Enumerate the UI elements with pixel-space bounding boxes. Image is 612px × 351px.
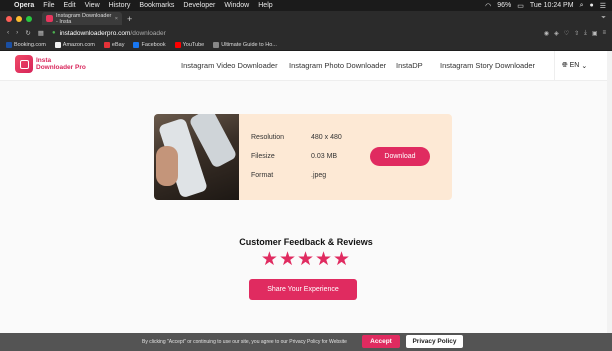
resolution-label: Resolution	[251, 134, 285, 141]
menu-history[interactable]: History	[109, 2, 131, 9]
menu-list-icon[interactable]: ☰	[600, 2, 606, 10]
resolution-value: 480 x 480	[311, 134, 342, 141]
menu-opera[interactable]: Opera	[14, 2, 34, 9]
macos-menubar: Opera File Edit View History Bookmarks D…	[0, 0, 612, 11]
menu-bookmarks[interactable]: Bookmarks	[139, 2, 174, 9]
accept-button[interactable]: Accept	[362, 335, 400, 348]
lock-icon[interactable]: ●	[52, 30, 56, 36]
tab-favicon-icon	[46, 15, 53, 22]
menu-view[interactable]: View	[85, 2, 100, 9]
bookmark-ebay[interactable]: eBay	[103, 42, 125, 48]
facebook-icon	[133, 42, 140, 48]
menu-developer[interactable]: Developer	[183, 2, 215, 9]
browser-tab[interactable]: Instagram Downloader - Insta ×	[42, 12, 122, 25]
bookmark-ultimate-guide[interactable]: Ultimate Guide to Ho...	[213, 42, 277, 48]
browser-tab-bar: Instagram Downloader - Insta × + ⏷	[0, 11, 612, 26]
maximize-window-button[interactable]	[26, 15, 32, 22]
reload-icon[interactable]: ↻	[25, 29, 30, 37]
tab-menu-icon[interactable]: ⏷	[601, 15, 606, 22]
menu-file[interactable]: File	[43, 2, 54, 9]
heart-icon[interactable]: ♡	[564, 30, 569, 37]
battery-percent: 96%	[497, 2, 512, 9]
cookie-banner: By clicking "Accept" or continuing to us…	[0, 333, 612, 351]
download-icon[interactable]: ⤓	[584, 30, 587, 37]
amazon-icon	[54, 42, 61, 48]
logo-line-1: Insta	[36, 56, 52, 64]
site-header: Insta Downloader Pro Instagram Video Dow…	[0, 51, 612, 81]
nav-instagram-photo-downloader[interactable]: Instagram Photo Downloader	[289, 61, 386, 70]
clock[interactable]: Tue 10:24 PM	[530, 2, 574, 9]
format-value: .jpeg	[311, 172, 327, 179]
download-button[interactable]: Download	[370, 147, 430, 166]
address-bar-row: ‹ › ↻ ▦ ● instadownloaderpro.com/downloa…	[0, 26, 612, 40]
format-label: Format	[251, 172, 274, 179]
close-tab-icon[interactable]: ×	[115, 16, 118, 22]
share-icon[interactable]: ⇧	[574, 30, 579, 37]
chevron-down-icon: ⌄	[581, 62, 588, 70]
bookmark-youtube[interactable]: YouTube	[174, 42, 205, 48]
bookmark-label: Facebook	[141, 42, 166, 48]
tab-grid-icon[interactable]: ▦	[38, 29, 44, 37]
feedback-title: Customer Feedback & Reviews	[239, 237, 373, 247]
bookmark-facebook[interactable]: Facebook	[133, 42, 166, 48]
menu-edit[interactable]: Edit	[64, 2, 76, 9]
wifi-icon[interactable]: ◠	[485, 2, 491, 10]
cookie-text: By clicking "Accept" or continuing to us…	[142, 339, 347, 345]
shield-icon[interactable]: ◈	[554, 30, 559, 37]
close-window-button[interactable]	[6, 15, 12, 22]
forward-icon[interactable]: ›	[16, 29, 18, 37]
bookmark-label: eBay	[111, 42, 125, 48]
rating-stars[interactable]: ★★★★★	[0, 248, 612, 271]
address-actions: ◉ ◈ ♡ ⇧ ⤓ ▣ ≡	[544, 30, 606, 37]
ebay-icon	[103, 42, 110, 48]
youtube-icon	[174, 42, 181, 48]
new-tab-button[interactable]: +	[127, 14, 132, 24]
bookmark-label: YouTube	[182, 42, 205, 48]
logo-text: Insta Downloader Pro	[36, 57, 86, 72]
battery-icon[interactable]: ▭	[517, 2, 524, 10]
window-controls	[6, 15, 32, 22]
status-area: ◠ 96% ▭ Tue 10:24 PM ⌕ ● ☰	[485, 2, 606, 10]
bookmark-amazon[interactable]: Amazon.com	[54, 42, 95, 48]
privacy-policy-button[interactable]: Privacy Policy	[406, 335, 463, 348]
bookmarks-bar: Booking.com Amazon.com eBay Facebook You…	[0, 40, 612, 51]
media-thumbnail	[154, 114, 239, 200]
nav-instadp[interactable]: InstaDP	[396, 61, 423, 70]
bookmark-booking[interactable]: Booking.com	[6, 42, 46, 48]
bookmark-label: Booking.com	[14, 42, 46, 48]
extension-icon[interactable]: ▣	[592, 30, 598, 37]
url-field[interactable]: instadownloaderpro.com/downloader	[60, 30, 166, 37]
nav-instagram-video-downloader[interactable]: Instagram Video Downloader	[181, 61, 278, 70]
minimize-window-button[interactable]	[16, 15, 22, 22]
filesize-label: Filesize	[251, 153, 275, 160]
globe-icon: 🌐︎	[562, 61, 568, 69]
nav-buttons: ‹ › ↻ ▦	[7, 29, 44, 37]
menu-help[interactable]: Help	[258, 2, 272, 9]
search-icon[interactable]: ⌕	[580, 2, 584, 10]
menu-window[interactable]: Window	[224, 2, 249, 9]
scrollbar[interactable]	[607, 51, 612, 333]
url-path: /downloader	[130, 29, 166, 37]
share-experience-button[interactable]: Share Your Experience	[249, 279, 357, 300]
language-selector[interactable]: 🌐︎ EN ⌄	[554, 51, 587, 80]
tab-title: Instagram Downloader - Insta	[56, 12, 112, 25]
nav-instagram-story-downloader[interactable]: Instagram Story Downloader	[440, 61, 535, 70]
settings-icon[interactable]: ≡	[602, 30, 606, 37]
bookmark-generic-icon	[213, 42, 220, 48]
logo-icon	[15, 55, 33, 73]
logo-line-2: Downloader Pro	[36, 64, 86, 71]
url-host: instadownloaderpro.com	[59, 29, 131, 37]
bookmark-label: Amazon.com	[62, 42, 95, 48]
filesize-value: 0.03 MB	[311, 153, 338, 160]
back-icon[interactable]: ‹	[7, 29, 9, 37]
language-label: EN	[569, 62, 580, 69]
booking-icon	[6, 42, 12, 48]
user-avatar-icon[interactable]: ●	[589, 2, 593, 9]
bookmark-label: Ultimate Guide to Ho...	[221, 42, 277, 48]
camera-icon[interactable]: ◉	[544, 30, 549, 37]
site-logo[interactable]: Insta Downloader Pro	[15, 55, 86, 73]
